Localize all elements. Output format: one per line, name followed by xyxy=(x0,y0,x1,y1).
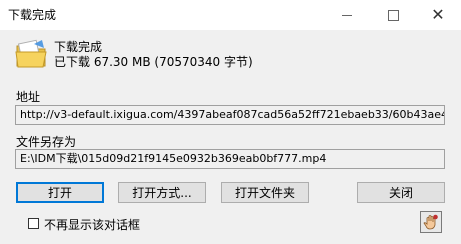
save-path-field[interactable]: E:\IDM下载\015d09d21f9145e0932b369eab0bf77… xyxy=(15,149,445,169)
open-with-button[interactable]: 打开方式... xyxy=(118,182,206,203)
address-label: 地址 xyxy=(16,90,41,104)
window-title: 下载完成 xyxy=(8,8,57,22)
folder-icon xyxy=(15,39,47,68)
maximize-button[interactable] xyxy=(370,0,416,30)
minimize-button[interactable] xyxy=(324,0,370,30)
maximize-icon xyxy=(387,9,399,21)
title-bar: 下载完成 ✕ xyxy=(0,0,461,30)
address-field[interactable]: http://v3-default.ixigua.com/4397abeaf08… xyxy=(15,105,445,125)
settings-hand-icon xyxy=(423,214,438,230)
close-icon: ✕ xyxy=(431,5,445,24)
dont-show-again-label[interactable]: 不再显示该对话框 xyxy=(44,216,140,233)
downloaded-size-text: 已下载 67.30 MB (70570340 字节) xyxy=(54,55,253,69)
save-as-label: 文件另存为 xyxy=(16,135,77,149)
settings-hand-button[interactable] xyxy=(420,211,442,233)
minimize-icon xyxy=(342,14,352,16)
window-close-button[interactable]: ✕ xyxy=(415,0,461,30)
close-button[interactable]: 关闭 xyxy=(357,182,445,203)
dont-show-again-checkbox[interactable] xyxy=(28,218,39,229)
open-folder-button[interactable]: 打开文件夹 xyxy=(221,182,309,203)
open-button[interactable]: 打开 xyxy=(16,182,104,203)
